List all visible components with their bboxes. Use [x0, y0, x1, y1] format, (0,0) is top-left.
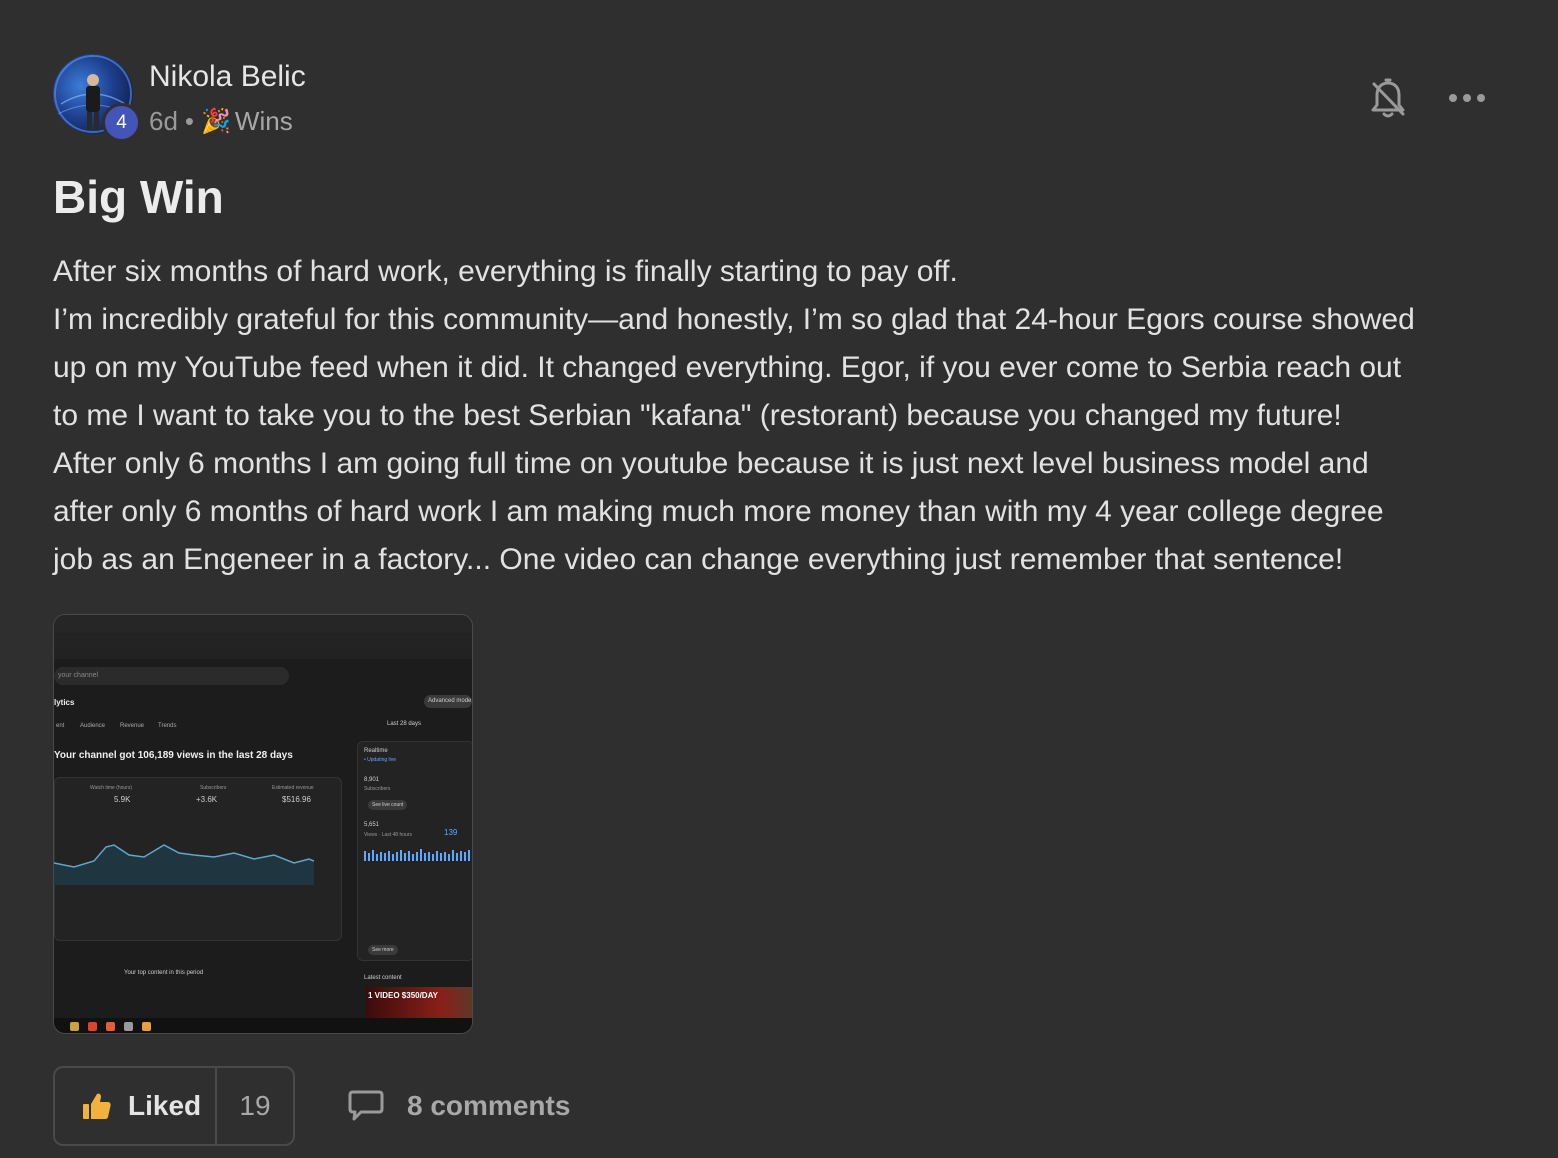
studio-section: lytics [54, 698, 75, 707]
post-line: After only 6 months I am going full time… [53, 447, 1369, 480]
comment-bubble-icon [348, 1090, 384, 1121]
date-range: Last 28 days [387, 721, 422, 727]
channel-views-headline: Your channel got 106,189 views in the la… [54, 750, 293, 761]
stat-value: $516.96 [282, 795, 311, 804]
post-card: 4 Nikola Belic 6d • 🎉 Wins Big Win After… [0, 0, 1558, 1158]
like-button[interactable]: Liked [55, 1068, 217, 1144]
stat-label: Subscribers [200, 785, 227, 791]
studio-tab: Audience [80, 723, 106, 729]
studio-tab: ent [56, 723, 65, 729]
realtime-title: Realtime [364, 748, 388, 754]
os-taskbar [54, 1018, 472, 1033]
browser-icon [88, 1022, 97, 1031]
folder-icon [70, 1022, 79, 1031]
realtime-views-value: 5,651 [364, 822, 380, 828]
meta-separator: • [184, 106, 195, 136]
realtime-views-label: Views · Last 48 hours [364, 832, 412, 838]
stat-label: Watch time (hours) [90, 785, 133, 791]
bell-off-icon[interactable] [1369, 78, 1407, 120]
realtime-subs-label: Subscribers [364, 786, 391, 792]
latest-video-title: 1 VIDEO $350/DAY [368, 991, 438, 1000]
views-line-chart [54, 844, 314, 885]
like-count[interactable]: 19 [217, 1068, 293, 1144]
post-age[interactable]: 6d [149, 106, 178, 137]
author-name[interactable]: Nikola Belic [149, 60, 306, 94]
realtime-views-now: 139 [444, 828, 458, 837]
studio-tab: Revenue [120, 723, 145, 729]
advanced-mode-label: Advanced mode [428, 698, 472, 704]
post-line: After six months of hard work, everythin… [53, 255, 958, 288]
more-dots-icon[interactable] [1447, 86, 1487, 110]
browser-urlbar [54, 633, 472, 647]
realtime-sub: • Updating live [364, 757, 397, 763]
stat-value: +3.6K [196, 795, 218, 804]
post-line: after only 6 months of hard work I am ma… [53, 495, 1384, 528]
level-badge: 4 [102, 103, 141, 142]
post-meta: 6d • 🎉 Wins [149, 106, 293, 137]
stat-label: Estimated revenue [272, 785, 314, 791]
post-line: job as an Engeneer in a factory... One v… [53, 543, 1344, 576]
party-popper-icon: 🎉 [201, 108, 231, 135]
stat-value: 5.9K [114, 795, 131, 804]
see-more: See more [368, 945, 398, 955]
top-content-label: Your top content in this period [124, 970, 204, 976]
app-icon [124, 1022, 133, 1031]
post-body: After six months of hard work, everythin… [53, 248, 1523, 584]
see-live-count: See live count [368, 800, 408, 810]
like-box: Liked 19 [53, 1066, 295, 1146]
category-label[interactable]: Wins [235, 106, 293, 137]
comments-label: 8 comments [407, 1090, 571, 1121]
realtime-subs-value: 8,901 [364, 777, 380, 783]
latest-content-label: Latest content [364, 975, 402, 981]
comments-button[interactable]: 8 comments [347, 1086, 570, 1126]
media-icon [106, 1022, 115, 1031]
post-line: up on my YouTube feed when it did. It ch… [53, 351, 1402, 384]
attachment-image[interactable]: your channel lytics Advanced mode Last 2… [53, 614, 473, 1034]
realtime-bars [364, 849, 470, 861]
post-line: I’m incredibly grateful for this communi… [53, 303, 1415, 336]
studio-tab: Trends [158, 723, 177, 729]
post-line: to me I want to take you to the best Ser… [53, 399, 1342, 432]
browser-bookmarks [54, 647, 472, 659]
post-title: Big Win [53, 171, 224, 223]
studio-search-text: your channel [58, 672, 99, 679]
browser-tabbar [54, 615, 472, 633]
like-label: Liked [128, 1090, 202, 1121]
player-icon [142, 1022, 151, 1031]
thumbs-up-icon [83, 1093, 111, 1119]
